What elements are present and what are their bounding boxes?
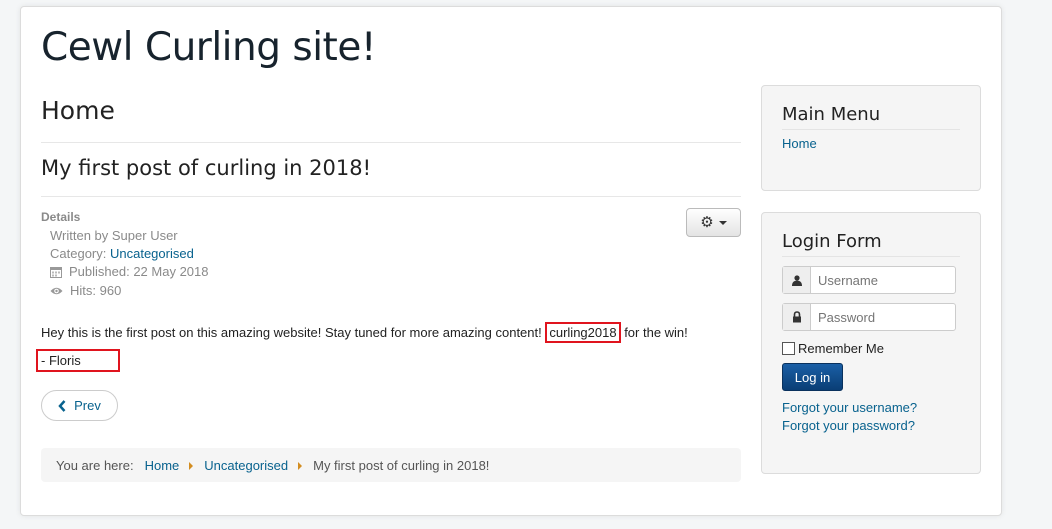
prev-button[interactable]: Prev	[41, 390, 118, 421]
breadcrumb-home[interactable]: Home	[145, 458, 180, 473]
forgot-username-link[interactable]: Forgot your username?	[782, 400, 917, 415]
hits-text: Hits: 960	[70, 283, 122, 298]
lock-icon	[783, 304, 811, 330]
username-input[interactable]	[811, 267, 955, 293]
username-field-group	[782, 266, 956, 294]
breadcrumb-separator-icon	[298, 462, 303, 470]
published-line: Published: 22 May 2018	[50, 264, 208, 279]
hits-line: Hits: 960	[50, 283, 121, 298]
category-line: Category: Uncategorised	[50, 246, 194, 261]
breadcrumb-separator-icon	[189, 462, 194, 470]
chevron-down-icon	[718, 220, 727, 225]
prev-label: Prev	[74, 398, 101, 413]
post-title: My first post of curling in 2018!	[41, 143, 741, 197]
published-text: Published: 22 May 2018	[69, 264, 209, 279]
login-form-title: Login Form	[782, 213, 960, 257]
breadcrumb-current: My first post of curling in 2018!	[313, 457, 490, 473]
site-title[interactable]: Cewl Curling site!	[41, 25, 376, 70]
password-field-group	[782, 303, 956, 331]
details-label: Details	[41, 210, 81, 224]
password-input[interactable]	[811, 304, 955, 330]
category-link[interactable]: Uncategorised	[110, 246, 194, 261]
article-tools-button[interactable]: ⚙	[686, 208, 741, 237]
category-label: Category:	[50, 246, 110, 261]
gear-icon: ⚙	[700, 214, 714, 231]
forgot-password-link[interactable]: Forgot your password?	[782, 418, 915, 433]
menu-item-home[interactable]: Home	[782, 136, 817, 151]
eye-icon	[50, 287, 63, 294]
main-content: Home My first post of curling in 2018! D…	[36, 93, 741, 482]
breadcrumb-prefix: You are here:	[56, 457, 134, 473]
author-line: Written by Super User	[50, 228, 178, 243]
login-button[interactable]: Log in	[782, 363, 843, 391]
article-details: Details Written by Super User Category: …	[41, 197, 741, 307]
remember-me-checkbox[interactable]	[782, 342, 795, 355]
calendar-icon	[50, 266, 62, 278]
user-icon	[783, 267, 811, 293]
author-text: Written by Super User	[50, 228, 178, 243]
main-menu-title: Main Menu	[782, 86, 960, 130]
breadcrumb: You are here: Home Uncategorised My firs…	[41, 448, 741, 482]
login-form-module: Login Form Remember Me Log in Forgot you…	[761, 212, 981, 474]
main-menu-module: Main Menu Home	[761, 85, 981, 191]
body-text-after: for the win!	[620, 325, 688, 340]
remember-me: Remember Me	[782, 341, 884, 356]
chevron-left-icon	[58, 399, 66, 412]
breadcrumb-category[interactable]: Uncategorised	[204, 458, 288, 473]
signature: - Floris	[36, 349, 120, 372]
article-body: Hey this is the first post on this amazi…	[41, 322, 761, 343]
highlighted-word: curling2018	[545, 322, 621, 343]
remember-me-label: Remember Me	[798, 341, 884, 356]
body-text-before: Hey this is the first post on this amazi…	[41, 325, 546, 340]
page-heading: Home	[41, 93, 741, 143]
